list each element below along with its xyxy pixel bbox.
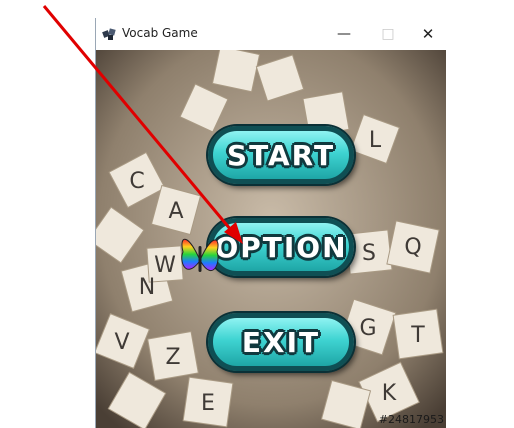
svg-text:S: S xyxy=(362,241,376,266)
svg-text:G: G xyxy=(359,316,376,341)
close-button[interactable]: ✕ xyxy=(406,18,450,50)
exit-button-label: EXIT xyxy=(241,325,321,359)
title-bar[interactable]: Vocab Game — □ ✕ xyxy=(96,18,446,50)
app-window: Vocab Game — □ ✕ W S C N Z V G E K T A Q… xyxy=(95,18,446,428)
svg-text:K: K xyxy=(382,381,397,406)
svg-text:L: L xyxy=(369,128,382,153)
game-menu: W S C N Z V G E K T A Q L START OPTION E… xyxy=(96,50,446,428)
butterfly-icon xyxy=(181,238,219,272)
svg-text:Z: Z xyxy=(165,345,180,370)
window-title: Vocab Game xyxy=(122,26,198,40)
image-watermark: #24817953 xyxy=(378,413,444,426)
option-button-label: OPTION xyxy=(214,230,348,264)
start-button[interactable]: START xyxy=(208,126,354,184)
game-controller-icon xyxy=(102,28,116,40)
start-button-label: START xyxy=(226,138,336,172)
exit-button[interactable]: EXIT xyxy=(208,313,354,371)
minimize-button[interactable]: — xyxy=(322,18,366,50)
svg-text:V: V xyxy=(114,330,129,355)
svg-text:C: C xyxy=(129,169,144,194)
svg-text:A: A xyxy=(168,199,183,224)
tile-letter: W xyxy=(154,253,176,278)
svg-text:T: T xyxy=(410,323,425,348)
svg-text:E: E xyxy=(201,391,215,416)
maximize-button[interactable]: □ xyxy=(366,18,410,50)
svg-text:N: N xyxy=(139,275,155,300)
svg-text:Q: Q xyxy=(404,235,421,260)
option-button[interactable]: OPTION xyxy=(208,218,354,276)
